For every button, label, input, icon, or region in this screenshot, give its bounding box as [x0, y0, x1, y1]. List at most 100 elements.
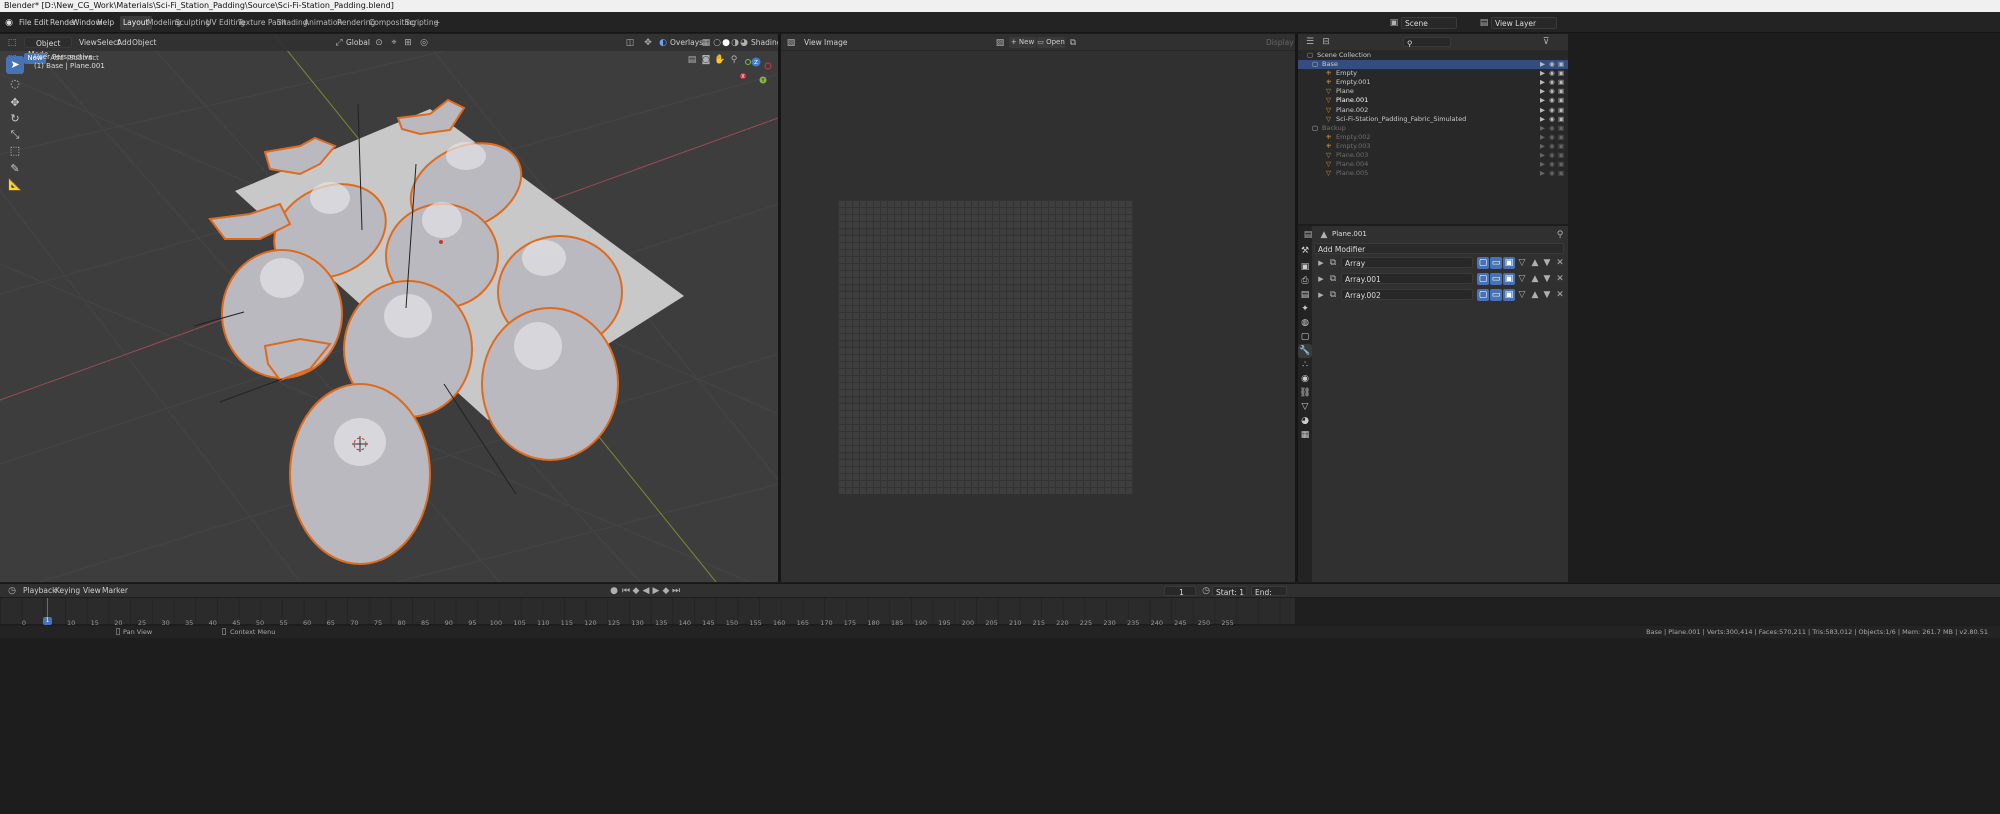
- view-object-types-icon[interactable]: ◫: [624, 37, 636, 49]
- outliner-row[interactable]: ▽ Plane.003 ▶ ◉ ▣: [1298, 151, 1568, 160]
- move-up-icon[interactable]: ▲: [1529, 289, 1541, 301]
- outliner-row[interactable]: ⁜ Empty.003 ▶ ◉ ▣: [1298, 142, 1568, 151]
- proportional-edit-icon[interactable]: ◎: [418, 37, 430, 49]
- pin-icon[interactable]: ⚲: [1554, 229, 1566, 241]
- expand-icon[interactable]: ▶: [1315, 273, 1327, 285]
- filter-arrow-icon[interactable]: ▶: [1540, 60, 1545, 69]
- eye-icon[interactable]: ◉: [1549, 124, 1555, 133]
- end-frame-field[interactable]: End: 250: [1251, 586, 1287, 608]
- camera-icon[interactable]: ▣: [1558, 87, 1564, 96]
- modifier-panel[interactable]: ▶ ⧉ Array.001 ▢ ▭ ▣ ▽ ▲ ▼ ✕: [1313, 272, 1564, 286]
- image-editor[interactable]: ▧ View Image ▨ + New ▭ Open ⧉ Display: [781, 34, 1295, 582]
- filter-arrow-icon[interactable]: ▶: [1540, 169, 1545, 178]
- camera-icon[interactable]: ▣: [1558, 78, 1564, 87]
- shading-dropdown[interactable]: Shading: [748, 37, 778, 49]
- edit-mode-toggle-icon[interactable]: ▢: [1477, 257, 1489, 269]
- filter-arrow-icon[interactable]: ▶: [1540, 69, 1545, 78]
- physics-tab-icon[interactable]: ◉: [1298, 372, 1312, 386]
- viewport-menu-object[interactable]: Object: [129, 37, 159, 49]
- edit-mode-toggle-icon[interactable]: ▢: [1477, 273, 1489, 285]
- camera-icon[interactable]: ▣: [1558, 133, 1564, 142]
- outliner-row[interactable]: ▽ Plane.004 ▶ ◉ ▣: [1298, 160, 1568, 169]
- camera-icon[interactable]: ▣: [1558, 124, 1564, 133]
- eye-icon[interactable]: ◉: [1549, 142, 1555, 151]
- record-icon[interactable]: ●: [608, 585, 620, 597]
- particles-tab-icon[interactable]: ∴: [1298, 358, 1312, 372]
- filter-arrow-icon[interactable]: ▶: [1540, 78, 1545, 87]
- new-image-button[interactable]: + New: [1009, 37, 1036, 48]
- eye-icon[interactable]: ◉: [1549, 60, 1555, 69]
- filter-arrow-icon[interactable]: ▶: [1540, 115, 1545, 124]
- snap-icon[interactable]: ⌖: [388, 37, 400, 49]
- eye-icon[interactable]: ◉: [1549, 69, 1555, 78]
- display-mode-icon[interactable]: ⊟: [1320, 36, 1332, 48]
- display-dropdown[interactable]: Display: [1263, 37, 1297, 49]
- add-workspace-button[interactable]: +: [431, 16, 443, 30]
- navigation-gizmo[interactable]: Z Y X: [738, 54, 774, 90]
- move-down-icon[interactable]: ▼: [1541, 289, 1553, 301]
- outliner-row[interactable]: ⁜ Empty.002 ▶ ◉ ▣: [1298, 133, 1568, 142]
- timeline-area[interactable]: 0510152025303540455055606570758085909510…: [0, 598, 2000, 627]
- preview-range-icon[interactable]: ◷: [1200, 585, 1212, 597]
- outliner-row[interactable]: ▢ Backup ▶ ◉ ▣: [1298, 124, 1568, 133]
- constraints-tab-icon[interactable]: ⛓: [1298, 386, 1312, 400]
- eye-icon[interactable]: ◉: [1549, 78, 1555, 87]
- scene-icon[interactable]: ▣: [1388, 17, 1400, 29]
- scene-selector[interactable]: Scene: [1401, 17, 1457, 29]
- jump-end-icon[interactable]: ⏭: [670, 585, 682, 597]
- eye-icon[interactable]: ◉: [1549, 151, 1555, 160]
- padding-cushion[interactable]: [289, 383, 431, 565]
- viewport-toggle-icon[interactable]: ▭: [1490, 273, 1502, 285]
- snap-target-icon[interactable]: ⊞: [402, 37, 414, 49]
- playhead-marker[interactable]: 1: [43, 617, 52, 625]
- outliner-type-icon[interactable]: ☰: [1304, 36, 1316, 48]
- view-layer-selector[interactable]: View Layer: [1491, 17, 1557, 29]
- editor-type-icon[interactable]: ⬚: [6, 37, 18, 49]
- image-browse-icon[interactable]: ▨: [994, 37, 1006, 49]
- world-tab-icon[interactable]: ◍: [1298, 316, 1312, 330]
- scene-tab-icon[interactable]: ✦: [1298, 302, 1312, 316]
- image-checker-canvas[interactable]: [838, 200, 1133, 494]
- viewport-toggle-icon[interactable]: ▭: [1490, 289, 1502, 301]
- outliner-row[interactable]: ▽ Sci-Fi-Station_Padding_Fabric_Simulated…: [1298, 115, 1568, 124]
- timeline-menu-keying[interactable]: Keying: [52, 585, 83, 597]
- camera-icon[interactable]: ▣: [1558, 115, 1564, 124]
- transform-tool-icon[interactable]: ⬚: [6, 142, 24, 160]
- pan-view-icon[interactable]: ✋: [714, 54, 726, 66]
- close-icon[interactable]: ✕: [1554, 257, 1566, 269]
- modifier-tab-icon[interactable]: 🔧: [1298, 344, 1312, 358]
- render-toggle-icon[interactable]: ▣: [1503, 289, 1515, 301]
- eye-icon[interactable]: ◉: [1549, 106, 1555, 115]
- open-image-button[interactable]: ▭ Open: [1037, 37, 1065, 48]
- view-layer-icon[interactable]: ▤: [1478, 17, 1490, 29]
- toggle-camera-icon[interactable]: ▤: [686, 54, 698, 66]
- outliner-row[interactable]: ⁜ Empty ▶ ◉ ▣: [1298, 69, 1568, 78]
- camera-icon[interactable]: ▣: [1558, 169, 1564, 178]
- outliner-row[interactable]: ▢ Base ▶ ◉ ▣: [1298, 60, 1568, 69]
- modifier-name-field[interactable]: Array: [1341, 257, 1473, 268]
- measure-tool-icon[interactable]: 📐: [6, 176, 24, 194]
- image-editor-type-icon[interactable]: ▧: [785, 37, 797, 49]
- camera-icon[interactable]: ▣: [1558, 160, 1564, 169]
- filter-arrow-icon[interactable]: ▶: [1540, 142, 1545, 151]
- properties-type-icon[interactable]: ▤: [1302, 229, 1314, 241]
- outliner-row[interactable]: ▽ Plane ▶ ◉ ▣: [1298, 87, 1568, 96]
- move-up-icon[interactable]: ▲: [1529, 257, 1541, 269]
- select-box-tool-icon[interactable]: ➤: [6, 56, 24, 74]
- modifier-panel[interactable]: ▶ ⧉ Array ▢ ▭ ▣ ▽ ▲ ▼ ✕: [1313, 256, 1566, 270]
- modifier-panel[interactable]: ▶ ⧉ Array.002 ▢ ▭ ▣ ▽ ▲ ▼ ✕: [1313, 288, 1564, 302]
- cage-icon[interactable]: ▽: [1516, 273, 1528, 285]
- cage-icon[interactable]: ▽: [1516, 257, 1528, 269]
- render-toggle-icon[interactable]: ▣: [1503, 257, 1515, 269]
- filter-arrow-icon[interactable]: ▶: [1540, 151, 1545, 160]
- mode-selector[interactable]: Object Mode: [24, 37, 72, 59]
- pin-image-icon[interactable]: ⧉: [1067, 37, 1079, 49]
- eye-icon[interactable]: ◉: [1549, 115, 1555, 124]
- eye-icon[interactable]: ◉: [1549, 169, 1555, 178]
- outliner-row[interactable]: ▽ Plane.002 ▶ ◉ ▣: [1298, 106, 1568, 115]
- viewport-toggle-icon[interactable]: ▭: [1490, 257, 1502, 269]
- view-layer-tab-icon[interactable]: ▤: [1298, 288, 1312, 302]
- eye-icon[interactable]: ◉: [1549, 160, 1555, 169]
- edit-mode-toggle-icon[interactable]: ▢: [1477, 289, 1489, 301]
- output-tab-icon[interactable]: ⎙: [1298, 274, 1312, 288]
